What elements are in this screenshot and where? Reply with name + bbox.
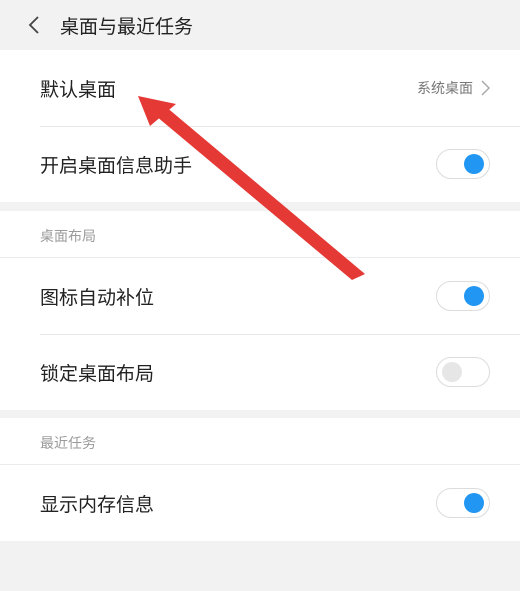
section-title-layout: 桌面布局 xyxy=(40,229,96,245)
desktop-card: 默认桌面 系统桌面 开启桌面信息助手 xyxy=(0,50,520,202)
memory-info-label: 显示内存信息 xyxy=(40,493,155,516)
chevron-left-icon xyxy=(28,16,39,34)
back-button[interactable] xyxy=(12,0,56,50)
auto-fill-toggle[interactable] xyxy=(436,281,490,311)
memory-info-row: 显示内存信息 xyxy=(0,465,520,541)
lock-layout-row: 锁定桌面布局 xyxy=(0,334,520,410)
lock-layout-label: 锁定桌面布局 xyxy=(40,362,155,385)
section-title-recent: 最近任务 xyxy=(40,436,96,452)
recent-card: 最近任务 显示内存信息 xyxy=(0,418,520,541)
layout-card: 桌面布局 图标自动补位 锁定桌面布局 xyxy=(0,211,520,410)
lock-layout-toggle[interactable] xyxy=(436,357,490,387)
section-header-recent: 最近任务 xyxy=(0,418,520,465)
memory-info-toggle[interactable] xyxy=(436,488,490,518)
toggle-knob xyxy=(464,286,484,306)
top-bar: 桌面与最近任务 xyxy=(0,0,520,50)
default-desktop-row[interactable]: 默认桌面 系统桌面 xyxy=(0,50,520,126)
settings-screen: 桌面与最近任务 默认桌面 系统桌面 开启桌面信息助手 桌面布局 图标自动补位 锁… xyxy=(0,0,520,591)
desktop-info-label: 开启桌面信息助手 xyxy=(40,154,193,177)
desktop-info-row: 开启桌面信息助手 xyxy=(0,126,520,202)
toggle-knob xyxy=(442,362,462,382)
toggle-knob xyxy=(464,493,484,513)
desktop-info-toggle[interactable] xyxy=(436,149,490,179)
auto-fill-row: 图标自动补位 xyxy=(0,258,520,334)
default-desktop-value: 系统桌面 xyxy=(417,81,473,97)
section-header-layout: 桌面布局 xyxy=(0,211,520,258)
chevron-right-icon xyxy=(481,80,490,96)
auto-fill-label: 图标自动补位 xyxy=(40,286,155,309)
default-desktop-label: 默认桌面 xyxy=(40,78,117,101)
toggle-knob xyxy=(464,154,484,174)
page-title: 桌面与最近任务 xyxy=(60,15,194,38)
